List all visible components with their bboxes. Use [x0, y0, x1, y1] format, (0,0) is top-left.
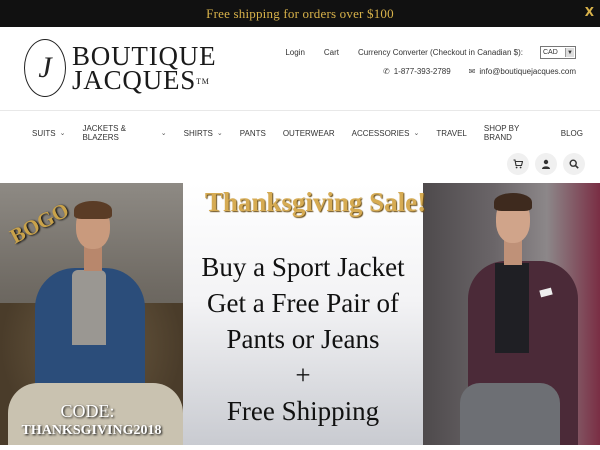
promo-bar: Free shipping for orders over $100 X [0, 0, 600, 27]
nav-label: SUITS [32, 128, 56, 138]
logo-wordmark: BOUTIQUE JACQUESTM [72, 43, 216, 95]
offer-line-1: Buy a Sport Jacket [201, 252, 405, 282]
site-header: J BOUTIQUE JACQUESTM Login Cart Currency… [0, 27, 600, 110]
contact-info: ✆ 1-877-393-2789 ✉ info@boutiquejacques.… [383, 67, 576, 76]
nav-item-shirts[interactable]: SHIRTS ⌄ [184, 129, 223, 138]
logo-line-2-text: JACQUES [72, 65, 197, 95]
cart-link[interactable]: Cart [324, 48, 339, 57]
nav-label: PANTS [239, 128, 266, 138]
nav-label: OUTERWEAR [282, 128, 335, 138]
nav-label: JACKETS & BLAZERS [82, 124, 127, 142]
nav-item-outerwear[interactable]: OUTERWEAR [283, 129, 335, 138]
hero-banner[interactable]: BOGO Thanksgiving Sale! Buy a Sport Jack… [0, 183, 600, 445]
utility-links: Login Cart Currency Converter (Checkout … [285, 46, 576, 59]
logo-crest-icon: J [24, 39, 66, 97]
promo-code-value: THANKSGIVING2018 [21, 423, 162, 438]
offer-line-3: Pants or Jeans [226, 324, 380, 354]
currency-select[interactable]: CAD ▼ [540, 46, 576, 59]
nav-item-pants[interactable]: PANTS [240, 129, 266, 138]
main-nav: SUITS ⌄ JACKETS & BLAZERS ⌄ SHIRTS ⌄ PANTS … [32, 124, 600, 142]
nav-label: ACCESSORIES [351, 128, 410, 138]
chevron-down-icon: ▼ [565, 48, 574, 57]
envelope-icon: ✉ [468, 67, 476, 76]
nav-item-accessories[interactable]: ACCESSORIES ⌄ [352, 129, 420, 138]
sale-title: Thanksgiving Sale! [204, 187, 427, 217]
close-icon[interactable]: X [585, 5, 594, 19]
chevron-down-icon: ⌄ [216, 129, 223, 137]
model-right-shirt [495, 263, 529, 353]
chevron-down-icon: ⌄ [413, 129, 420, 137]
phone-contact[interactable]: ✆ 1-877-393-2789 [383, 67, 451, 76]
model-right-pants [460, 383, 560, 445]
model-left-hair [74, 201, 112, 219]
header-icon-buttons [507, 153, 591, 175]
login-link[interactable]: Login [285, 48, 305, 57]
nav-item-shop-by-brand[interactable]: SHOP BY BRAND [484, 124, 544, 142]
promo-text: Free shipping for orders over $100 [206, 5, 394, 21]
brand-logo[interactable]: J BOUTIQUE JACQUESTM [24, 39, 216, 97]
promo-code-label: CODE: [60, 401, 115, 421]
model-right-hair [494, 193, 532, 211]
nav-item-jackets-blazers[interactable]: JACKETS & BLAZERS ⌄ [82, 124, 166, 142]
crest-letter: J [38, 51, 52, 84]
logo-line-2: JACQUESTM [72, 65, 216, 95]
phone-icon: ✆ [383, 67, 390, 76]
email-contact[interactable]: ✉ info@boutiquejacques.com [469, 67, 576, 76]
model-left-sweater [72, 270, 106, 345]
offer-plus: + [295, 360, 311, 390]
nav-label: BLOG [560, 128, 583, 138]
cart-icon[interactable] [507, 153, 529, 175]
nav-label: TRAVEL [436, 128, 467, 138]
nav-item-travel[interactable]: TRAVEL [436, 129, 467, 138]
email-address: info@boutiquejacques.com [479, 67, 576, 76]
offer-line-2: Get a Free Pair of [207, 288, 399, 318]
chevron-down-icon: ⌄ [59, 129, 66, 137]
search-icon[interactable] [563, 153, 585, 175]
currency-value: CAD [543, 49, 558, 56]
offer-text: Buy a Sport Jacket Get a Free Pair of Pa… [183, 249, 423, 429]
nav-label: SHOP BY BRAND [483, 124, 520, 142]
phone-number: 1-877-393-2789 [393, 67, 451, 76]
offer-line-5: Free Shipping [226, 396, 380, 426]
nav-item-suits[interactable]: SUITS ⌄ [32, 129, 65, 138]
header-divider [0, 110, 600, 111]
chevron-down-icon: ⌄ [160, 129, 167, 137]
trademark: TM [196, 77, 210, 86]
nav-item-blog[interactable]: BLOG [561, 129, 583, 138]
user-icon[interactable] [535, 153, 557, 175]
nav-label: SHIRTS [183, 128, 213, 138]
currency-label: Currency Converter (Checkout in Canadian… [358, 48, 523, 57]
